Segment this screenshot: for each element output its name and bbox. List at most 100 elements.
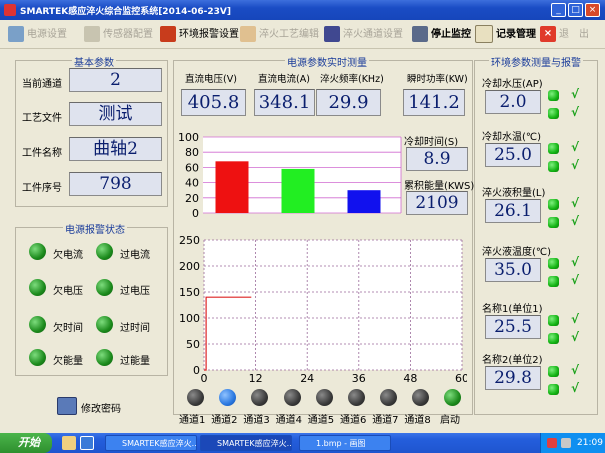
start-button[interactable]: 开始 [0,433,52,453]
alarm-led [29,243,46,260]
metric-label: 直流电流(A) [258,74,310,85]
metric-value: 141.2 [403,89,465,116]
alarm-label: 过电流 [120,250,150,261]
bar-ytick-label: 20 [185,192,199,205]
check-icon: √ [571,330,580,344]
bar-ytick-label: 80 [185,146,199,159]
metric-value: 29.9 [316,89,381,116]
bar-chart-yticks: 100 80 60 40 20 0 [178,131,199,220]
alarm-led [96,316,113,333]
env-value: 2.0 [485,90,541,114]
power-settings-icon [8,26,24,42]
check-icon: √ [571,255,580,269]
env-status-led [548,161,559,172]
title-bar: SMARTEK感应淬火综合监控系统[2014-06-23V] _ □ × [0,0,605,20]
env-label: 淬火液积量(L) [482,188,546,199]
power-settings-button[interactable]: 电源设置 [8,24,67,46]
bar [281,168,315,213]
accum-energy-label: 累积能量(KWS) [404,181,475,192]
check-icon: √ [571,273,580,287]
exit-button[interactable]: × 退出 [540,24,589,46]
bar-ytick-label: 0 [192,207,199,220]
channel-4-led[interactable] [283,389,301,406]
process-file-value: 测试 [69,102,162,126]
alarm-label: 欠电压 [53,286,83,297]
env-value: 29.8 [485,366,541,390]
alarm-label: 过时间 [120,323,150,334]
sensor-config-button[interactable]: 传感器配置 [84,24,153,46]
exit-icon: × [540,26,556,42]
line-xtick-label: 60 [455,372,467,385]
check-icon: √ [571,140,580,154]
process-file-label: 工艺文件 [22,113,62,124]
env-status-led [548,333,559,344]
env-value: 35.0 [485,258,541,282]
env-status-led [548,366,559,377]
env-status-led [548,199,559,210]
quicklaunch-explorer-icon[interactable] [80,436,94,450]
env-status-led [548,384,559,395]
change-password-button[interactable]: 修改密码 [81,400,121,415]
line-ytick-label: 0 [193,364,200,377]
maximize-button[interactable]: □ [568,3,583,17]
channel-5-led[interactable] [315,389,333,406]
channel-7-label: 通道7 [372,415,399,426]
line-ytick-label: 200 [179,260,200,273]
toolbar: 电源设置 传感器配置 环境报警设置 淬火工艺编辑 淬火通道设置 停止监控 记录管… [0,21,605,49]
channel-3-label: 通道3 [243,415,270,426]
alarm-led [96,279,113,296]
quench-channel-settings-button[interactable]: 淬火通道设置 [324,24,403,46]
current-channel-label: 当前通道 [22,79,62,90]
taskbar-item-monitor-2[interactable]: SMARTEK感应淬火... [200,435,292,451]
env-value: 25.0 [485,143,541,167]
window-title: SMARTEK感应淬火综合监控系统[2014-06-23V] [20,7,231,17]
record-management-button[interactable]: 记录管理 [475,24,536,46]
alarm-label: 欠时间 [53,323,83,334]
taskbar-item-monitor-1[interactable]: SMARTEK感应淬火... [105,435,197,451]
taskbar: 开始 SMARTEK感应淬火... SMARTEK感应淬火... 1.bmp -… [0,433,605,453]
tray-icon[interactable] [547,438,557,448]
env-status-led [548,90,559,101]
line-xtick-label: 24 [300,372,314,385]
env-label: 淬火液温度(℃) [482,247,552,258]
env-label: 冷却水压(AP) [482,79,543,90]
taskbar-item-paint[interactable]: 1.bmp - 画图 [299,435,391,451]
bar [215,161,249,213]
environment-title: 环境参数测量与报警 [489,54,583,69]
line-xtick-label: 36 [352,372,366,385]
channel-6-led[interactable] [348,389,365,406]
start-led[interactable] [444,389,461,406]
metric-label: 淬火频率(KHz) [320,74,384,85]
workpiece-serial-value: 798 [69,172,162,196]
bar-chart: 100 80 60 40 20 0 [178,131,402,220]
close-button[interactable]: × [585,3,600,17]
check-icon: √ [571,105,580,119]
quench-process-edit-button[interactable]: 淬火工艺编辑 [240,24,319,46]
channel-2-label: 通道2 [211,415,238,426]
alarm-label: 欠电流 [53,250,83,261]
check-icon: √ [571,312,580,326]
check-icon: √ [571,214,580,228]
monitor-icon [412,26,428,42]
volume-icon[interactable] [561,438,571,448]
alarm-led [29,279,46,296]
channel-settings-icon [324,26,340,42]
alarm-label: 过能量 [120,356,150,367]
line-chart: 250 200 150 100 50 0 0 12 24 36 48 60 [179,234,467,385]
bar-ytick-label: 100 [178,131,199,144]
alarm-icon [160,26,176,42]
minimize-button[interactable]: _ [551,3,566,17]
alarm-label: 过电压 [120,286,150,297]
key-icon [57,397,77,415]
stop-monitor-button[interactable]: 停止监控 [412,24,471,46]
metric-value: 405.8 [181,89,246,116]
alarm-led [96,349,113,366]
check-icon: √ [571,381,580,395]
env-alarm-settings-button[interactable]: 环境报警设置 [160,24,239,46]
channel-5-label: 通道5 [307,415,335,426]
record-icon [475,25,493,43]
bar-ytick-label: 60 [185,161,199,174]
metric-label: 直流电压(V) [185,74,237,85]
channel-1-led[interactable] [187,389,204,406]
quicklaunch-folder-icon[interactable] [62,436,76,450]
